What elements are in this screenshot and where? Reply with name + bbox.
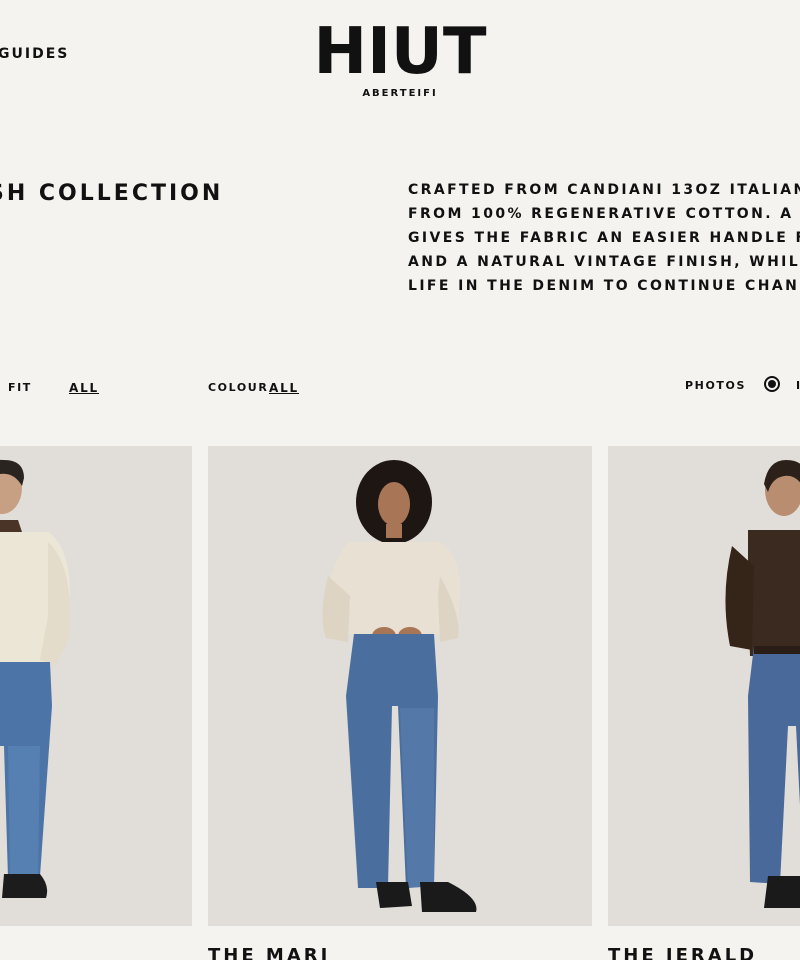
fit-filter-dropdown[interactable]: ALL — [69, 380, 99, 396]
description-line: FROM 100% REGENERATIVE COTTON. A BES — [408, 206, 800, 222]
page: GUIDES HIUT ABERTEIFI SH COLLECTION CRAF… — [0, 0, 800, 960]
product-photo — [725, 460, 800, 908]
photos-option-label: I — [796, 379, 800, 392]
product-name[interactable]: THE JERALD — [608, 944, 757, 960]
product-card[interactable] — [608, 446, 800, 926]
product-name[interactable]: THE MARI — [208, 944, 330, 960]
description-line: AND A NATURAL VINTAGE FINISH, WHILE LE — [408, 254, 800, 270]
nav-link-guides[interactable]: GUIDES — [0, 44, 69, 64]
product-card[interactable] — [208, 446, 592, 926]
logo-location: ABERTEIFI — [362, 88, 438, 99]
description-line: GIVES THE FABRIC AN EASIER HANDLE FRO — [408, 230, 800, 246]
collection-description: CRAFTED FROM CANDIANI 13OZ ITALIAN IN FR… — [408, 178, 800, 298]
colour-filter-dropdown[interactable]: ALL — [269, 380, 299, 396]
photos-radio-button[interactable] — [764, 376, 780, 392]
product-photo — [0, 459, 71, 898]
product-card[interactable] — [0, 446, 192, 926]
fit-filter-label: FIT — [8, 381, 32, 394]
logo-wordmark: HIUT — [313, 15, 487, 89]
collection-title: SH COLLECTION — [0, 181, 224, 206]
photos-toggle-label: PHOTOS — [685, 379, 746, 392]
brand-logo[interactable]: HIUT ABERTEIFI — [300, 18, 500, 99]
product-photo — [322, 460, 477, 912]
colour-filter-label: COLOUR — [208, 381, 269, 394]
description-line: CRAFTED FROM CANDIANI 13OZ ITALIAN IN — [408, 182, 800, 198]
description-line: LIFE IN THE DENIM TO CONTINUE CHANGING — [408, 278, 800, 294]
